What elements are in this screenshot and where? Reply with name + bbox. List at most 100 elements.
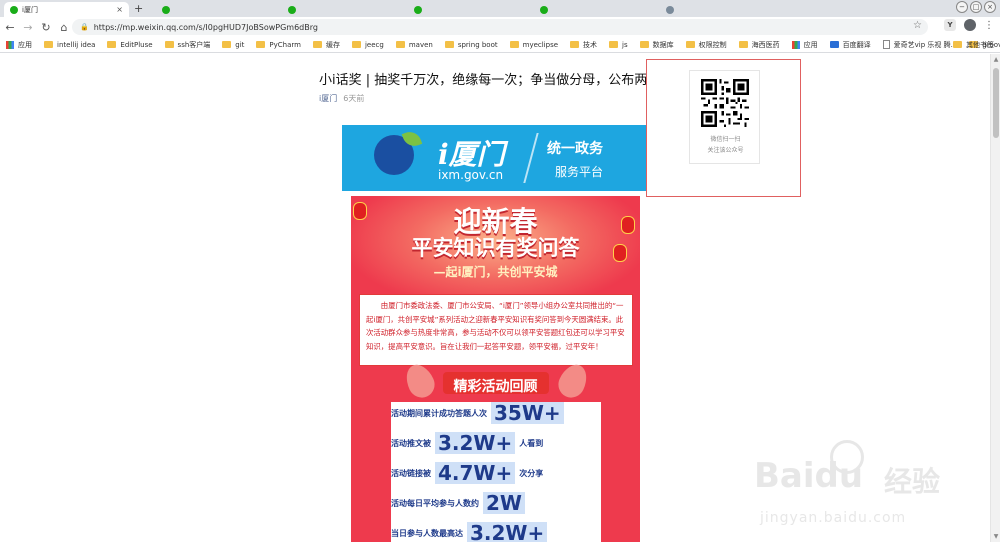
- forward-arrow-icon[interactable]: →: [20, 21, 36, 34]
- wechat-favicon-icon: [540, 5, 548, 14]
- scroll-thumb[interactable]: [993, 68, 999, 138]
- stat-prefix: 活动期间累计成功答题人次: [391, 408, 487, 418]
- bookmark-label: 数据库: [652, 40, 674, 49]
- address-bar[interactable]: 🔒 https://mp.weixin.qq.com/s/I0pgHUD7JoB…: [72, 19, 928, 35]
- stat-row: 活动期间累计成功答题人次 35W+: [391, 402, 601, 424]
- bookmark-folder[interactable]: PyCharm: [256, 41, 301, 49]
- bookmark-label: 权限控制: [698, 40, 727, 49]
- folder-icon: [164, 41, 174, 48]
- bookmark-label: 技术: [583, 40, 598, 49]
- bookmark-label: 爱奇艺vip 乐视 腾...: [893, 40, 958, 49]
- folder-icon: [639, 41, 649, 48]
- stat-prefix: 当日参与人数最高达: [391, 528, 463, 538]
- bookmark-label: js: [622, 40, 628, 49]
- wechat-favicon-icon: [414, 5, 422, 14]
- bookmark-folder[interactable]: EditPluse: [107, 41, 153, 49]
- new-tab-button[interactable]: +: [134, 2, 143, 15]
- bookmark-folder[interactable]: js: [609, 41, 628, 49]
- bookmark-label: 缓存: [325, 40, 340, 49]
- tab-close-icon[interactable]: ×: [116, 5, 123, 14]
- extension-icon[interactable]: Y: [944, 19, 956, 31]
- section-title: 精彩活动回顾: [453, 379, 538, 395]
- folder-icon: [256, 41, 266, 48]
- stat-prefix: 活动链接被: [391, 468, 431, 478]
- bookmark-folder[interactable]: spring boot: [444, 40, 498, 49]
- scroll-up-icon[interactable]: ▲: [991, 56, 1000, 63]
- browser-toolbar: ← → ↻ ⌂ 🔒 https://mp.weixin.qq.com/s/I0p…: [0, 17, 1000, 37]
- apps-icon: [6, 40, 14, 49]
- watermark-cn: 经验: [884, 465, 941, 498]
- banner-divider: [523, 133, 539, 183]
- wechat-favicon-icon: [162, 5, 170, 14]
- bookmark-folder[interactable]: myeclipse: [509, 41, 558, 49]
- page-icon: [882, 40, 890, 49]
- bookmarks-bar: 应用 intellij idea EditPluse ssh客户端 git Py…: [0, 37, 1000, 53]
- qr-code-icon: [701, 79, 749, 127]
- tab-title: i厦门: [22, 5, 38, 14]
- bookmark-folder[interactable]: jeecg: [351, 41, 384, 49]
- bookmark-label: 应用: [803, 40, 818, 49]
- bookmark-folder[interactable]: ssh客户端: [164, 40, 210, 50]
- page-favicon-icon: [666, 5, 674, 14]
- stat-suffix: 人看到: [519, 438, 544, 448]
- bookmark-label: 百度翻译: [842, 40, 871, 49]
- bookmark-label: 其他书签: [966, 40, 994, 49]
- url-text: https://mp.weixin.qq.com/s/I0pgHUD7JoBSo…: [93, 22, 318, 32]
- account-icon[interactable]: [964, 19, 976, 31]
- article-meta: i厦门 6天前: [319, 93, 364, 104]
- folder-icon: [609, 41, 619, 48]
- banner-brand: i厦门: [438, 138, 505, 171]
- scrollbar[interactable]: ▲ ▼: [990, 54, 1000, 542]
- toolbar-right: Y ⋮: [944, 19, 994, 31]
- folder-icon: [107, 41, 117, 48]
- bookmark-label: PyCharm: [269, 40, 301, 49]
- back-arrow-icon[interactable]: ←: [2, 21, 18, 34]
- bookmark-folder[interactable]: intellij idea: [44, 41, 95, 49]
- bookmark-folder[interactable]: 权限控制: [685, 40, 727, 50]
- tab-bar: i厦门 × + − □ ×: [0, 0, 1000, 17]
- bookmark-star-icon[interactable]: ☆: [913, 20, 922, 31]
- tab-inactive[interactable]: [660, 2, 780, 17]
- folder-icon: [44, 41, 53, 48]
- close-window-button[interactable]: ×: [984, 1, 996, 13]
- tab-inactive[interactable]: [282, 2, 402, 17]
- bookmark-folder[interactable]: 缓存: [312, 40, 340, 50]
- watermark-brand: Baidu: [754, 456, 863, 496]
- bookmark-folder[interactable]: git: [222, 41, 244, 49]
- tab-inactive[interactable]: [156, 2, 276, 17]
- publish-time: 6天前: [343, 94, 365, 103]
- bookmark-label: spring boot: [457, 40, 498, 49]
- banner-line1: 统一政务: [547, 141, 603, 157]
- reload-icon[interactable]: ↻: [38, 21, 54, 34]
- folder-icon: [312, 41, 322, 48]
- tab-inactive[interactable]: [534, 2, 654, 17]
- bookmark-folder[interactable]: 技术: [570, 40, 597, 50]
- bookmark-folder[interactable]: 数据库: [639, 40, 674, 50]
- scroll-down-icon[interactable]: ▼: [991, 533, 1000, 540]
- bookmark-apps[interactable]: 应用: [791, 40, 818, 50]
- bookmark-folder[interactable]: 海西医药: [738, 40, 780, 50]
- watermark-brand-part1: Bai: [754, 456, 815, 496]
- home-icon[interactable]: ⌂: [56, 21, 72, 34]
- stat-row: 活动链接被 4.7W+ 次分享: [391, 462, 601, 484]
- minimize-button[interactable]: −: [956, 1, 968, 13]
- lock-icon[interactable]: 🔒: [80, 23, 89, 31]
- bookmark-apps[interactable]: 应用: [6, 40, 32, 50]
- bookmark-label: intellij idea: [57, 40, 96, 49]
- bookmark-link[interactable]: 百度翻译: [829, 40, 871, 50]
- stat-suffix: 次分享: [519, 468, 544, 478]
- stat-row: 活动推文被 3.2W+ 人看到: [391, 432, 601, 454]
- bookmark-folder[interactable]: maven: [395, 41, 433, 49]
- bookmark-link[interactable]: 爱奇艺vip 乐视 腾...: [882, 40, 958, 50]
- bookmark-label: 应用: [18, 40, 32, 49]
- stat-number: 35W+: [491, 402, 564, 424]
- qr-card: 微信扫一扫 关注该公众号: [689, 70, 760, 164]
- maximize-button[interactable]: □: [970, 1, 982, 13]
- tab-active[interactable]: i厦门 ×: [4, 2, 129, 17]
- other-bookmarks[interactable]: 其他书签: [953, 40, 994, 50]
- stat-number: 3.2W+: [467, 522, 548, 542]
- account-link[interactable]: i厦门: [319, 93, 337, 104]
- folder-icon: [570, 41, 580, 48]
- menu-icon[interactable]: ⋮: [984, 20, 994, 31]
- tab-inactive[interactable]: [408, 2, 528, 17]
